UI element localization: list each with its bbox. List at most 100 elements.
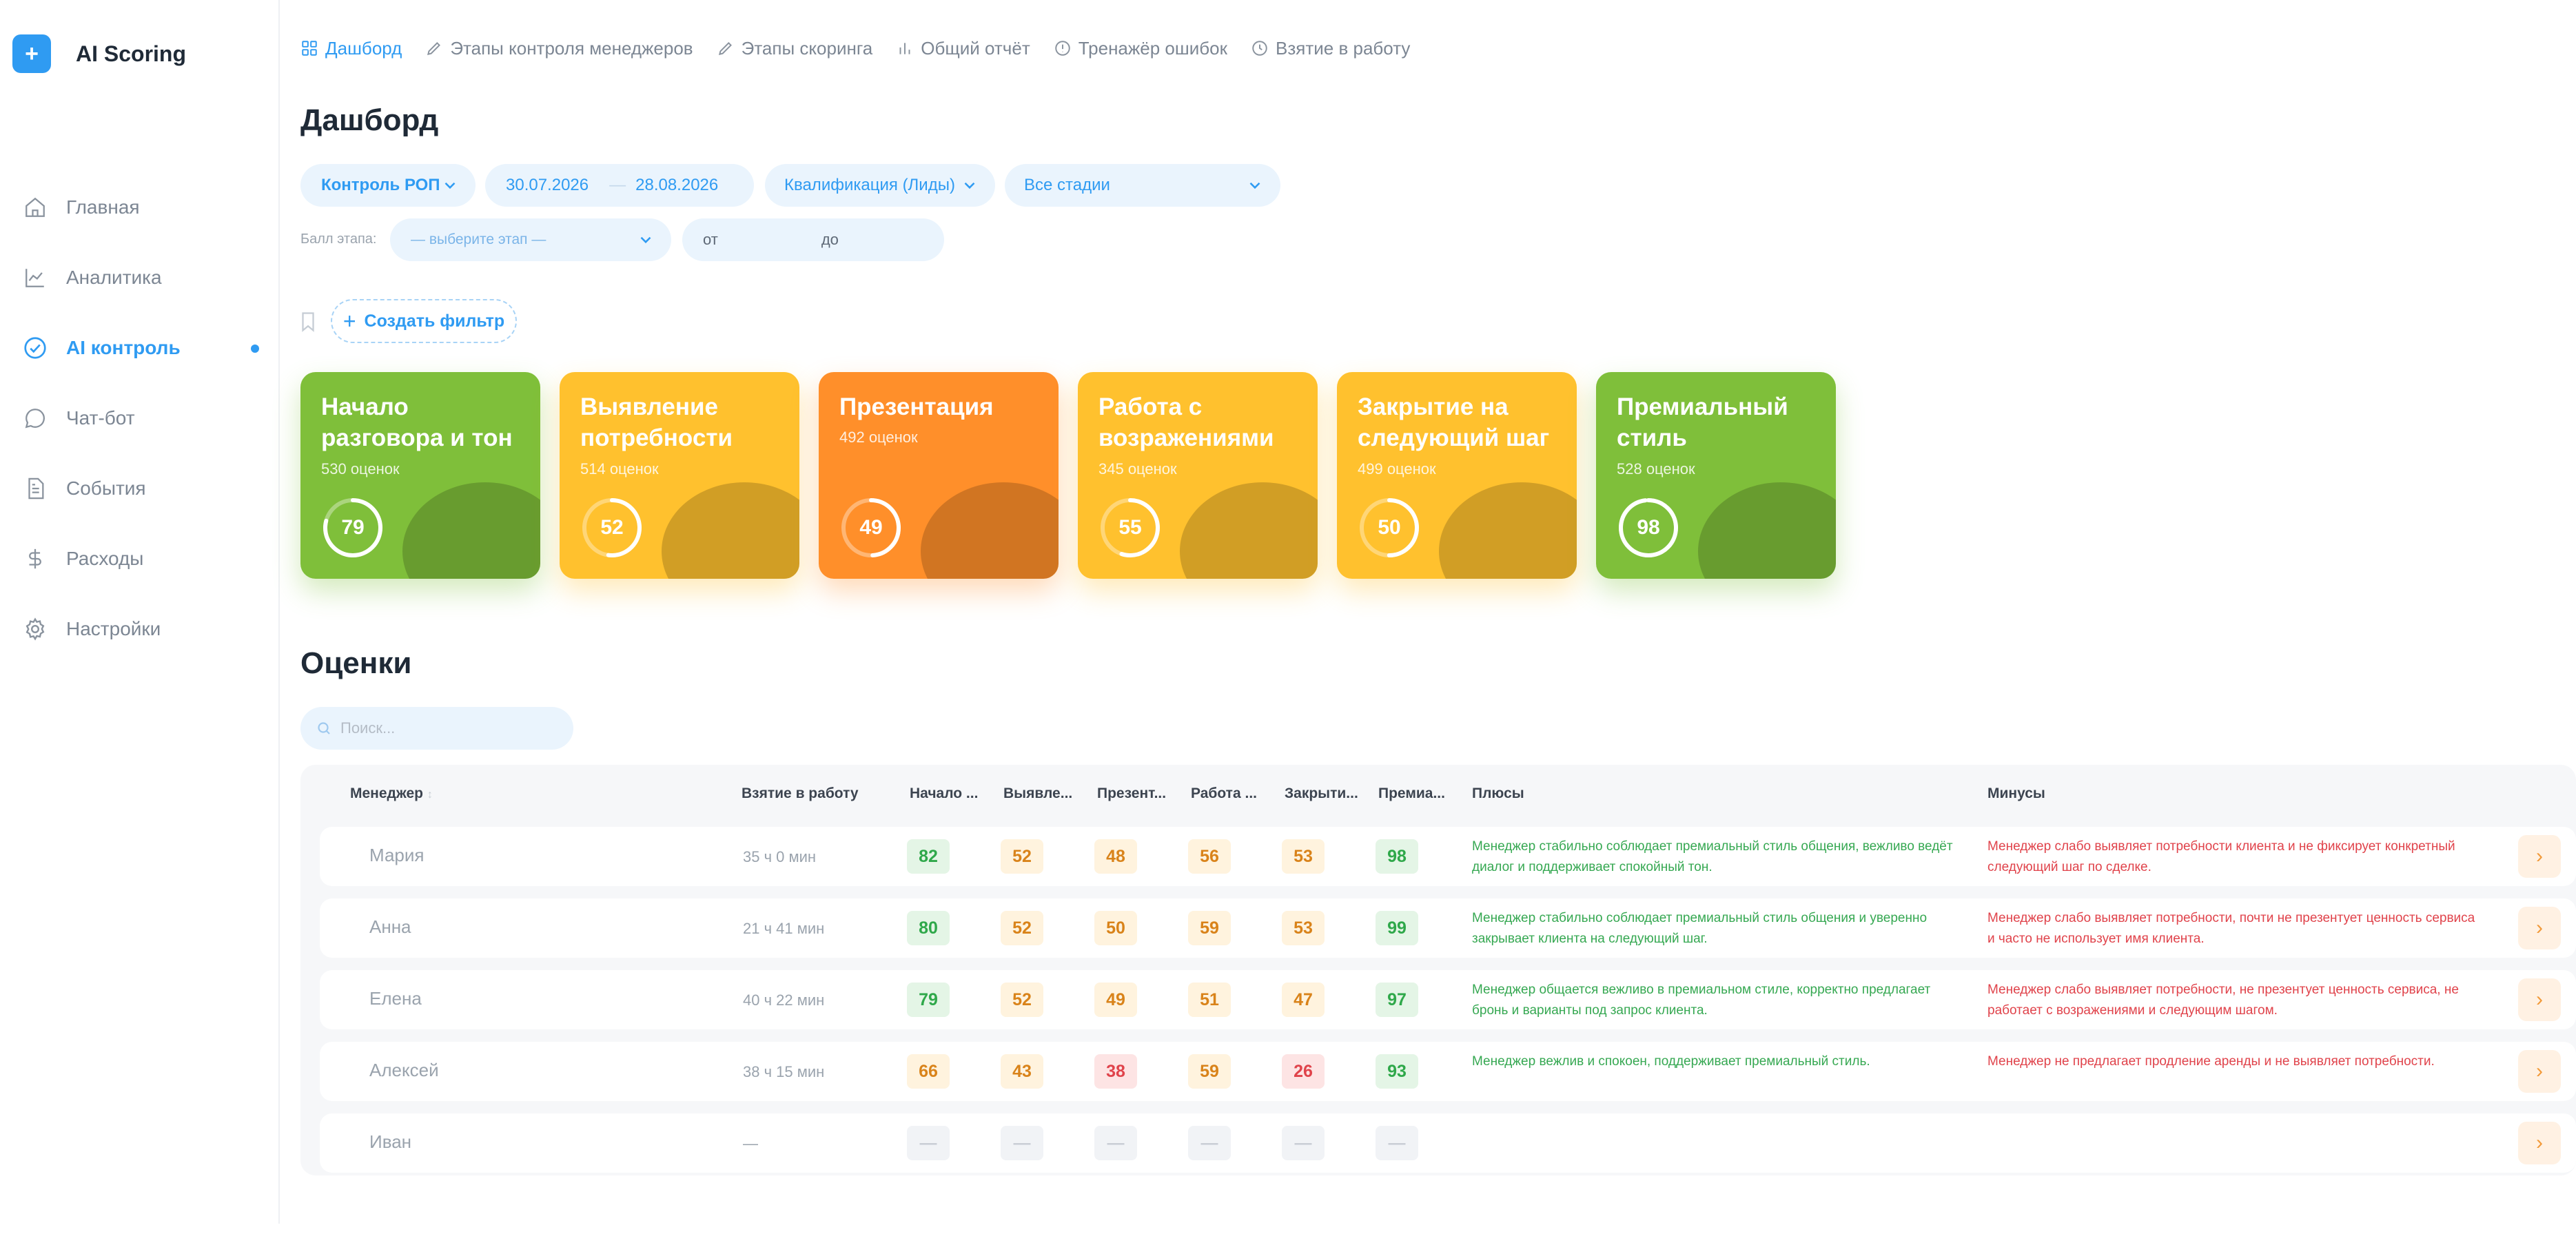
home-icon <box>22 194 48 220</box>
table-row[interactable]: Мария 35 ч 0 мин 82 52 48 56 53 98 Менеджер стаб… <box>320 827 2576 886</box>
stage-card[interactable]: Начало разговора и тон 530 оценок 79 <box>300 372 540 579</box>
column-header-stage-3[interactable]: Презент... <box>1097 785 1166 802</box>
tab-take-to-work[interactable]: Взятие в работу <box>1251 38 1410 59</box>
score-badge: 97 <box>1376 983 1418 1017</box>
sort-icon[interactable]: ↕ <box>427 789 433 801</box>
column-header-stage-2[interactable]: Выявле... <box>1003 785 1072 802</box>
score-badge: 93 <box>1376 1054 1418 1089</box>
control-select[interactable]: Контроль РОП <box>300 164 476 207</box>
take-to-work-time: 35 ч 0 мин <box>743 848 817 865</box>
table-row[interactable]: Анна 21 ч 41 мин 80 52 50 59 53 99 Менеджер стаб… <box>320 898 2576 958</box>
open-row-button[interactable]: › <box>2518 907 2561 949</box>
date-from: 30.07.2026 <box>506 176 589 194</box>
qualification-select[interactable]: Квалификация (Лиды) <box>765 164 995 207</box>
open-row-button[interactable]: › <box>2518 835 2561 878</box>
score-badge: 80 <box>907 911 950 945</box>
score-badge: 66 <box>907 1054 950 1089</box>
card-title: Презентация <box>839 393 994 420</box>
pen-icon <box>718 42 732 56</box>
tab-dashboard[interactable]: Дашборд <box>300 38 402 59</box>
pluses-text: Менеджер вежлив и спокоен, поддерживает … <box>1472 1054 1870 1069</box>
minuses-text: Менеджер слабо выявляет потребности клие… <box>1987 839 2455 874</box>
chart-line-icon <box>22 265 48 291</box>
manager-name: Анна <box>369 916 411 937</box>
table-row[interactable]: Алексей 38 ч 15 мин 66 43 38 59 26 93 Менеджер в… <box>320 1042 2576 1101</box>
column-header-stage-4[interactable]: Работа ... <box>1191 785 1257 802</box>
column-header-stage-5[interactable]: Закрыти... <box>1285 785 1358 802</box>
card-decoration <box>1180 482 1318 579</box>
column-header-stage-1[interactable]: Начало ... <box>910 785 978 802</box>
score-badge: 59 <box>1188 911 1231 945</box>
sidebar-item-analytics[interactable]: Аналитика <box>0 243 278 313</box>
tab-error-trainer[interactable]: Тренажёр ошибок <box>1054 38 1227 59</box>
table-row[interactable]: Елена 40 ч 22 мин 79 52 49 51 47 97 Менеджер общ… <box>320 970 2576 1029</box>
open-row-button[interactable]: › <box>2518 978 2561 1021</box>
tab-scoring-stages[interactable]: Этапы скоринга <box>717 38 872 59</box>
score-value: 50 <box>1378 516 1400 539</box>
stage-card[interactable]: Выявление потребности 514 оценок 52 <box>560 372 799 579</box>
score-range-input[interactable]: от до <box>682 218 944 261</box>
tab-general-report[interactable]: Общий отчёт <box>896 38 1030 59</box>
open-row-button[interactable]: › <box>2518 1122 2561 1164</box>
score-badge: — <box>907 1126 950 1160</box>
take-to-work-time: 38 ч 15 мин <box>743 1063 825 1080</box>
score-badge: 49 <box>1094 983 1137 1017</box>
open-row-button[interactable]: › <box>2518 1050 2561 1093</box>
card-decoration <box>662 482 799 579</box>
sidebar: + AI Scoring Главная Аналитика AI контро… <box>0 0 280 1224</box>
score-badge: 50 <box>1094 911 1137 945</box>
stage-card[interactable]: Работа с возражениями 345 оценок 55 <box>1078 372 1318 579</box>
stages-select-value: Все стадии <box>1024 176 1110 194</box>
sidebar-item-ai-control[interactable]: AI контроль <box>0 313 278 383</box>
sidebar-item-expenses[interactable]: Расходы <box>0 524 278 594</box>
stage-select[interactable]: — выберите этап — <box>390 218 671 261</box>
logo[interactable]: + AI Scoring <box>12 34 186 73</box>
score-badge: — <box>1094 1126 1137 1160</box>
manager-name: Елена <box>369 988 422 1009</box>
stage-card[interactable]: Закрытие на следующий шаг 499 оценок 50 <box>1337 372 1577 579</box>
score-badge: — <box>1001 1126 1043 1160</box>
bookmark-icon[interactable] <box>299 311 317 332</box>
card-decoration <box>921 482 1059 579</box>
tab-manager-stages[interactable]: Этапы контроля менеджеров <box>425 38 693 59</box>
search-input[interactable]: Поиск... <box>300 707 573 750</box>
minuses-text: Менеджер не предлагает продление аренды … <box>1987 1054 2435 1069</box>
date-range-picker[interactable]: 30.07.2026 — 28.08.2026 <box>485 164 754 207</box>
sidebar-item-label: Аналитика <box>66 267 162 288</box>
take-to-work-time: 40 ч 22 мин <box>743 991 825 1009</box>
table-row[interactable]: Иван — — — — — — — › <box>320 1113 2576 1173</box>
stage-card[interactable]: Презентация 492 оценок 49 <box>819 372 1059 579</box>
score-badge: 26 <box>1282 1054 1325 1089</box>
clock-icon <box>1252 41 1267 56</box>
to-label: до <box>821 231 839 248</box>
pen-icon <box>427 42 441 56</box>
score-ring: 79 <box>323 498 382 557</box>
score-badge: 51 <box>1188 983 1231 1017</box>
sidebar-item-events[interactable]: События <box>0 453 278 524</box>
score-value: 49 <box>859 516 882 539</box>
sidebar-nav: Главная Аналитика AI контроль Чат-бот Со… <box>0 172 278 664</box>
column-header-pluses: Плюсы <box>1472 785 1524 801</box>
card-count: 528 оценок <box>1617 460 1695 477</box>
take-to-work-time: 21 ч 41 мин <box>743 920 825 937</box>
sidebar-item-settings[interactable]: Настройки <box>0 594 278 664</box>
sidebar-item-label: AI контроль <box>66 337 181 358</box>
stages-select[interactable]: Все стадии <box>1005 164 1280 207</box>
column-header-take-to-work[interactable]: Взятие в работу <box>742 785 859 802</box>
minuses-text: Менеджер слабо выявляет потребности, поч… <box>1987 911 2475 946</box>
column-header-manager[interactable]: Менеджер ↕ <box>350 785 433 802</box>
score-badge: 53 <box>1282 911 1325 945</box>
create-filter-label: Создать фильтр <box>364 311 505 331</box>
sidebar-item-home[interactable]: Главная <box>0 172 278 243</box>
column-header-stage-6[interactable]: Премиа... <box>1378 785 1445 802</box>
sidebar-item-chatbot[interactable]: Чат-бот <box>0 383 278 453</box>
card-title: Закрытие на следующий шаг <box>1358 393 1550 451</box>
control-select-value: Контроль РОП <box>321 176 440 194</box>
sidebar-item-label: Настройки <box>66 618 161 639</box>
create-filter-button[interactable]: + Создать фильтр <box>331 299 517 343</box>
score-label: Балл этапа: <box>300 232 377 247</box>
score-badge: 98 <box>1376 839 1418 874</box>
chat-icon <box>22 405 48 431</box>
score-badge: 47 <box>1282 983 1325 1017</box>
stage-card[interactable]: Премиальный стиль 528 оценок 98 <box>1596 372 1836 579</box>
